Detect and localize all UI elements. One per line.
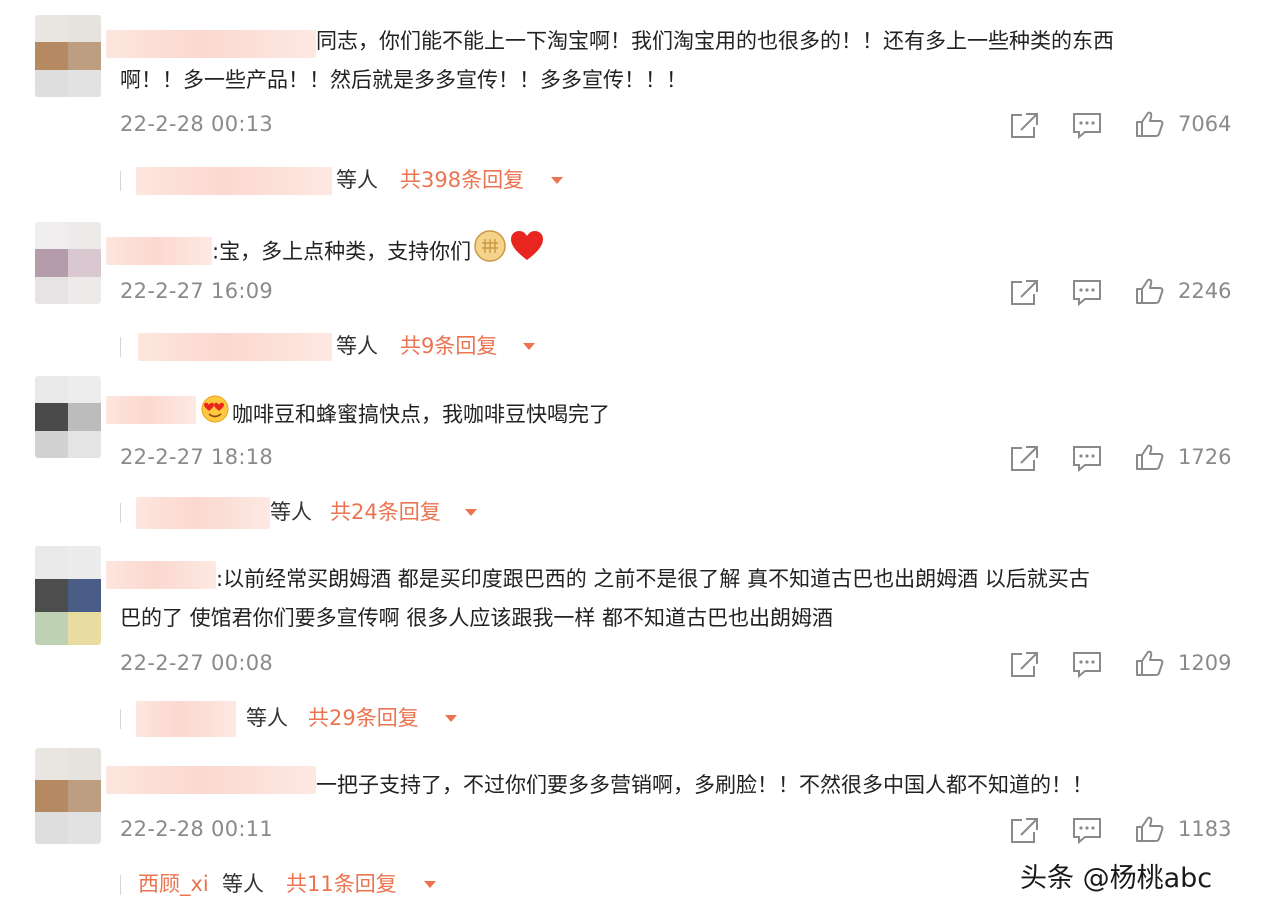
username-blurred[interactable] — [106, 30, 316, 58]
comment-text: 巴的了 使馆君你们要多宣传啊 很多人应该跟我一样 都不知道古巴也出朗姆酒 — [120, 599, 833, 638]
like-button[interactable]: 2246 — [1134, 276, 1231, 306]
avatar[interactable] — [35, 748, 101, 844]
comment-timestamp: 22-2-28 00:11 — [120, 817, 274, 841]
comment-button[interactable] — [1071, 815, 1103, 845]
reply-count-link[interactable]: 共11条回复 — [286, 867, 397, 901]
divider — [120, 709, 121, 729]
comment-button[interactable] — [1071, 277, 1103, 307]
thumbs-up-icon — [1136, 444, 1164, 470]
comment-timestamp: 22-2-27 16:09 — [120, 279, 274, 303]
username-blurred[interactable] — [106, 766, 316, 794]
comment-timestamp: 22-2-27 18:18 — [120, 445, 274, 469]
heart-eyes-icon — [200, 394, 230, 437]
avatar[interactable] — [35, 15, 101, 97]
like-button[interactable]: 7064 — [1134, 109, 1231, 139]
reply-username-link[interactable]: 西顾_xi — [138, 867, 209, 901]
reply-count-link[interactable]: 共29条回复 — [308, 701, 419, 735]
comment-text-line: 一把子支持了，不过你们要多多营销啊，多刷脸！！不然很多中国人都不知道的！！ — [316, 773, 1093, 797]
comment-button[interactable] — [1071, 110, 1103, 140]
username-blurred[interactable] — [106, 396, 196, 424]
comment-timestamp: 22-2-28 00:13 — [120, 112, 274, 136]
reply-count-link[interactable]: 共398条回复 — [400, 163, 524, 197]
like-count: 7064 — [1178, 112, 1232, 136]
reply-summary[interactable]: 等人 共29条回复 — [0, 701, 700, 737]
avatar[interactable] — [35, 376, 101, 458]
share-button[interactable] — [1008, 649, 1040, 679]
watermark: 头条 @杨桃abc — [1020, 863, 1213, 894]
comment-button[interactable] — [1071, 443, 1103, 473]
red-heart-icon — [509, 230, 545, 275]
share-icon — [1011, 652, 1038, 677]
comment-icon — [1073, 652, 1101, 679]
avatar[interactable] — [35, 546, 101, 645]
share-button[interactable] — [1008, 815, 1040, 845]
divider — [120, 503, 121, 523]
comment-text-line: 同志，你们能不能上一下淘宝啊！我们淘宝用的也很多的！！还有多上一些种类的东西 — [316, 29, 1114, 53]
comment-icon — [1073, 280, 1101, 307]
comment-text-line: :以前经常买朗姆酒 都是买印度跟巴西的 之前不是很了解 真不知道古巴也出朗姆酒 … — [216, 567, 1090, 591]
like-button[interactable]: 1209 — [1134, 648, 1231, 678]
comment-icon — [1073, 446, 1101, 473]
share-button[interactable] — [1008, 443, 1040, 473]
share-icon — [1011, 446, 1038, 471]
comment-text-line: 咖啡豆和蜂蜜搞快点，我咖啡豆快喝完了 — [232, 402, 610, 427]
share-icon — [1011, 818, 1038, 843]
reply-username-blurred[interactable] — [138, 333, 332, 361]
comment-text: :宝，多上点种类，支持你们 — [212, 229, 545, 276]
reply-count-link[interactable]: 共24条回复 — [330, 495, 441, 529]
reply-count-link[interactable]: 共9条回复 — [400, 329, 497, 363]
comment-timestamp: 22-2-27 00:08 — [120, 651, 274, 675]
comment-text: :以前经常买朗姆酒 都是买印度跟巴西的 之前不是很了解 真不知道古巴也出朗姆酒 … — [216, 560, 1090, 599]
reply-label: 等人 — [222, 872, 264, 896]
like-count: 2246 — [1178, 279, 1232, 303]
caret-down-icon[interactable] — [424, 881, 436, 888]
thumbs-up-icon — [1136, 650, 1164, 676]
username-blurred[interactable] — [106, 561, 216, 589]
like-count: 1209 — [1178, 651, 1232, 675]
caret-down-icon[interactable] — [523, 343, 535, 350]
avatar[interactable] — [35, 222, 101, 304]
username-blurred[interactable] — [106, 237, 212, 265]
comment-text: 同志，你们能不能上一下淘宝啊！我们淘宝用的也很多的！！还有多上一些种类的东西 — [316, 22, 1114, 61]
comment-text: 咖啡豆和蜂蜜搞快点，我咖啡豆快喝完了 — [200, 394, 610, 437]
comment-icon — [1073, 818, 1101, 845]
reply-summary[interactable]: 等人 共398条回复 — [0, 163, 700, 197]
reply-summary[interactable]: 西顾_xi 等人 共11条回复 — [0, 867, 700, 901]
reply-username-blurred[interactable] — [136, 701, 236, 737]
share-icon — [1011, 113, 1038, 138]
reply-label: 等人 — [246, 706, 288, 730]
like-button[interactable]: 1726 — [1134, 442, 1231, 472]
comment-icon — [1073, 113, 1101, 140]
comment-text-line: 啊！！多一些产品！！然后就是多多宣传！！多多宣传！！！ — [120, 68, 687, 92]
share-button[interactable] — [1008, 277, 1040, 307]
caret-down-icon[interactable] — [445, 715, 457, 722]
comment-button[interactable] — [1071, 649, 1103, 679]
like-count: 1183 — [1178, 817, 1232, 841]
reply-username-blurred[interactable] — [136, 497, 270, 529]
divider — [120, 337, 121, 357]
comment-text-line: :宝，多上点种类，支持你们 — [212, 239, 472, 264]
reply-summary[interactable]: 等人 共9条回复 — [0, 329, 700, 363]
reply-username-blurred[interactable] — [136, 167, 332, 195]
comment-text-line: 巴的了 使馆君你们要多宣传啊 很多人应该跟我一样 都不知道古巴也出朗姆酒 — [120, 606, 834, 630]
thumbs-up-icon — [1136, 111, 1164, 137]
caret-down-icon[interactable] — [465, 509, 477, 516]
like-button[interactable]: 1183 — [1134, 814, 1231, 844]
divider — [120, 171, 121, 191]
share-icon — [1011, 280, 1038, 305]
fist-icon — [473, 229, 507, 276]
thumbs-up-icon — [1136, 816, 1164, 842]
like-count: 1726 — [1178, 445, 1232, 469]
comment-text: 啊！！多一些产品！！然后就是多多宣传！！多多宣传！！！ — [120, 61, 687, 100]
reply-label: 等人 — [336, 168, 378, 192]
comment-text: 一把子支持了，不过你们要多多营销啊，多刷脸！！不然很多中国人都不知道的！！ — [316, 766, 1093, 805]
thumbs-up-icon — [1136, 278, 1164, 304]
reply-summary[interactable]: 等人 共24条回复 — [0, 495, 700, 529]
divider — [120, 875, 121, 895]
reply-label: 等人 — [270, 500, 312, 524]
reply-label: 等人 — [336, 334, 378, 358]
share-button[interactable] — [1008, 110, 1040, 140]
caret-down-icon[interactable] — [551, 177, 563, 184]
